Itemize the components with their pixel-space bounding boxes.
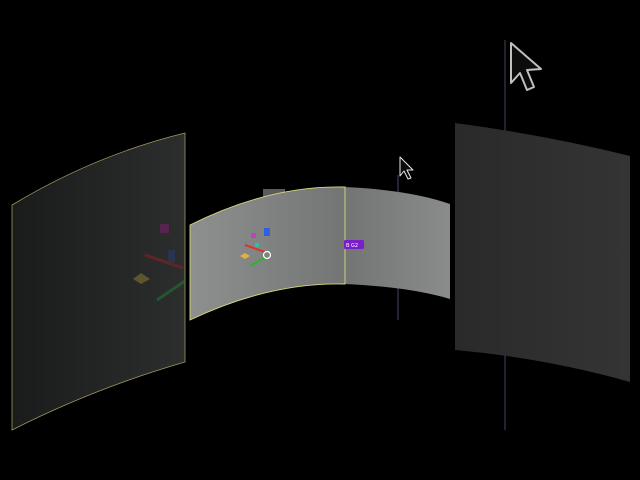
- small-cursor-icon: [399, 156, 414, 180]
- gizmo-small-handle[interactable]: [255, 243, 259, 247]
- gizmo-z-axis[interactable]: [264, 228, 270, 236]
- right-curved-panel[interactable]: [455, 123, 630, 382]
- scene-canvas[interactable]: B G2: [0, 0, 640, 480]
- center-curved-panel[interactable]: [190, 186, 450, 320]
- object-tag[interactable]: B G2: [344, 240, 364, 249]
- object-tag-label: B G2: [346, 243, 358, 249]
- gizmo-plane-handle[interactable]: [251, 233, 256, 238]
- left-curved-panel[interactable]: [11, 132, 186, 431]
- large-cursor-icon: [510, 42, 542, 91]
- 3d-viewport[interactable]: B G2: [0, 0, 640, 480]
